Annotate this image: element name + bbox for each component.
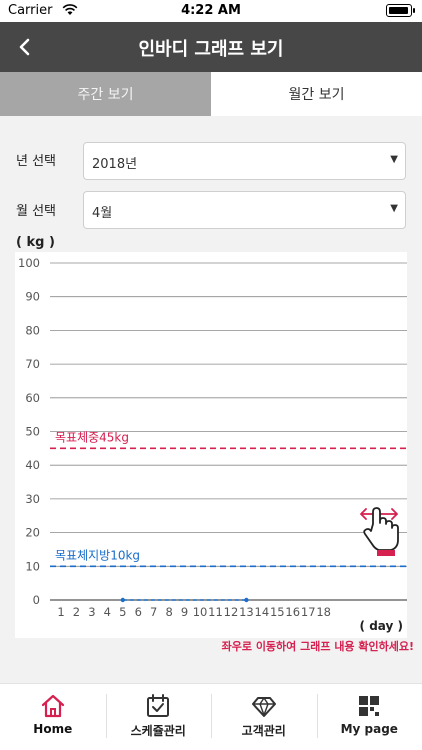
nav-label-mypage: My page (340, 722, 398, 736)
nav-item-home[interactable]: Home (0, 684, 106, 750)
header-bar: 인바디 그래프 보기 (0, 22, 422, 72)
x-tick-label: 2 (73, 605, 80, 619)
y-tick-label: 30 (25, 492, 40, 506)
dropdown-arrow-icon: ▼ (390, 203, 398, 214)
status-bar: Carrier 4:22 AM (0, 0, 422, 22)
nav-label-schedule: 스케쥴관리 (130, 724, 186, 738)
y-tick-label: 40 (25, 458, 40, 472)
x-tick-label: 4 (104, 605, 111, 619)
y-tick-label: 90 (25, 290, 40, 304)
view-tabs: 주간 보기 월간 보기 (0, 72, 422, 116)
tab-monthly[interactable]: 월간 보기 (211, 72, 422, 116)
x-tick-label: 18 (316, 605, 331, 619)
y-tick-label: 20 (25, 526, 40, 540)
year-select-label: 년 선택 (16, 154, 57, 169)
y-tick-label: 80 (25, 323, 40, 337)
nav-item-schedule[interactable]: 스케쥴관리 (105, 684, 212, 750)
x-tick-label: 7 (150, 605, 157, 619)
data-point (120, 597, 126, 603)
scroll-hint-text: 좌우로 이동하여 그래프 내용 확인하세요! (221, 640, 414, 653)
x-tick-label: 1 (57, 605, 64, 619)
diamond-icon (251, 697, 276, 717)
goal-body-fat-label: 목표체지방10kg (55, 548, 140, 562)
year-select-value: 2018년 (92, 157, 138, 172)
nav-item-mypage[interactable]: My page (316, 684, 422, 750)
dropdown-arrow-icon: ▼ (390, 154, 398, 165)
month-select-value: 4월 (92, 206, 113, 221)
grid-icon (359, 696, 380, 716)
y-tick-label: 100 (18, 256, 40, 270)
x-tick-label: 16 (285, 605, 300, 619)
y-tick-label: 70 (25, 357, 40, 371)
y-tick-label: 10 (25, 559, 40, 573)
x-tick-label: 9 (181, 605, 188, 619)
inbody-chart[interactable]: 0 10 20 30 40 50 60 70 80 90 100 1 2 3 4 5 6 7 8 9 10 11 12 13 1… (15, 252, 407, 638)
bottom-nav: Home 스케쥴관리 고객관리 My page (0, 683, 422, 750)
x-tick-label: 11 (208, 605, 223, 619)
x-tick-label: 15 (270, 605, 285, 619)
x-tick-label: 14 (255, 605, 270, 619)
x-tick-label: 6 (135, 605, 142, 619)
x-tick-label: 8 (165, 605, 172, 619)
tab-weekly[interactable]: 주간 보기 (0, 72, 211, 116)
nav-label-customers: 고객관리 (241, 724, 286, 738)
goal-weight-label: 목표체중45kg (55, 430, 129, 444)
month-select[interactable]: 4월 ▼ (83, 191, 406, 229)
nav-item-customers[interactable]: 고객관리 (211, 684, 317, 750)
home-icon (41, 694, 64, 718)
battery-icon (386, 4, 415, 17)
page-title: 인바디 그래프 보기 (138, 39, 284, 60)
month-select-label: 월 선택 (16, 204, 57, 219)
data-point (244, 597, 249, 603)
x-tick-label: 3 (88, 605, 95, 619)
x-tick-label: 17 (301, 605, 316, 619)
y-tick-label: 50 (25, 425, 40, 439)
chart-svg[interactable]: 01020304050607080901001 2 3 4 5 6 7 8 9 10 11 12 13 1… (15, 252, 407, 638)
swipe-hand-icon (360, 507, 399, 556)
x-tick-label: 12 (224, 605, 239, 619)
x-tick-label: 10 (193, 605, 208, 619)
x-tick-label: 5 (119, 605, 126, 619)
y-tick-label: 0 (33, 593, 40, 607)
status-time: 4:22 AM (181, 3, 241, 18)
calendar-check-icon (147, 694, 170, 717)
y-axis-unit-label: ( kg ) (16, 235, 55, 250)
y-tick-label: 60 (25, 391, 40, 405)
nav-label-home: Home (33, 722, 73, 736)
x-axis-unit-label: ( day ) (360, 619, 403, 633)
x-tick-label: 13 (239, 605, 254, 619)
year-select[interactable]: 2018년 ▼ (83, 142, 406, 180)
